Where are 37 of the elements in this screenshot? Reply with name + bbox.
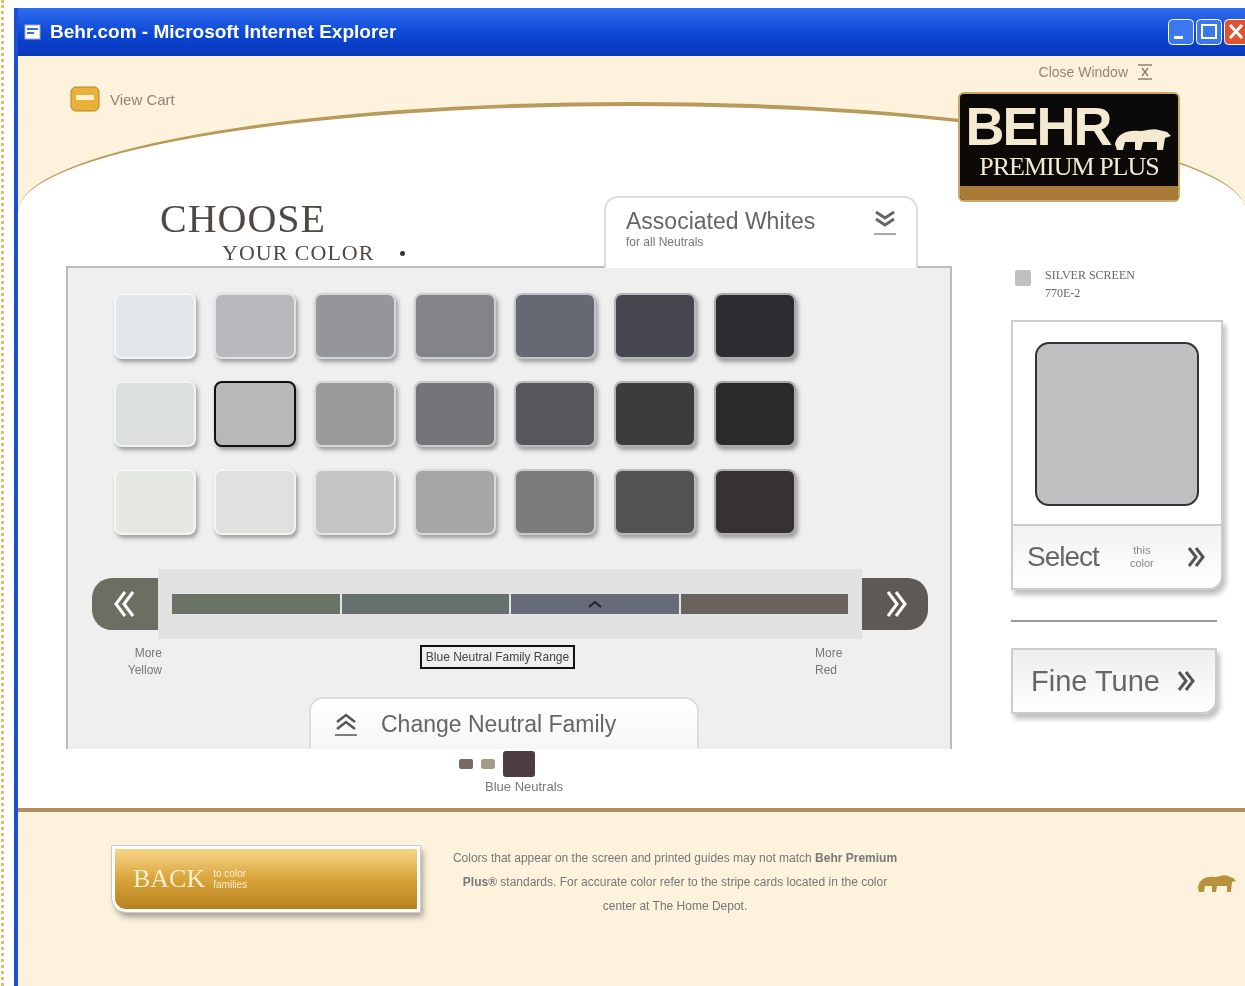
tab-subtitle: for all Neutrals: [626, 235, 705, 249]
family-swatch[interactable]: [503, 751, 535, 777]
page-heading: CHOOSE: [160, 198, 328, 240]
associated-whites-tab[interactable]: Associated Whites for all Neutrals: [604, 196, 918, 268]
previous-button[interactable]: [92, 578, 158, 630]
browser-icon: [24, 23, 42, 41]
tab-title: Change Neutral Family: [381, 710, 617, 738]
family-name: Blue Neutrals: [485, 779, 565, 794]
change-family-tab[interactable]: Change Neutral Family: [309, 697, 699, 749]
close-icon: [1136, 64, 1154, 80]
select-color-button[interactable]: Select this color: [1013, 524, 1221, 588]
color-name: SILVER SCREEN: [1045, 267, 1135, 284]
caret-up-icon: [587, 600, 602, 608]
logo-wordmark: BEHR: [965, 100, 1111, 152]
maximize-button[interactable]: [1196, 19, 1222, 45]
double-chevron-down-icon: [872, 208, 898, 236]
color-swatch[interactable]: [214, 381, 296, 447]
color-code: 770E-2: [1045, 285, 1082, 302]
close-window-link[interactable]: Close Window: [1038, 64, 1154, 80]
family-swatch[interactable]: [459, 759, 473, 769]
cart-icon: [70, 86, 100, 112]
next-button[interactable]: [862, 578, 928, 630]
range-caption: Blue Neutral Family Range: [419, 645, 576, 669]
tab-title: Associated Whites: [626, 208, 816, 235]
disclaimer-text: Colors that appear on the screen and printed guides may not match Behr Premium Plus® standards. For accurate color refer to the stripe cards located in the color center at The Home Depot.: [451, 850, 899, 915]
range-end-label: More Yellow: [126, 645, 162, 679]
logo-tagline: PREMIUM PLUS: [979, 152, 1159, 182]
minimize-button[interactable]: [1168, 19, 1194, 45]
fine-tune-button[interactable]: Fine Tune: [1011, 648, 1217, 714]
family-swatch[interactable]: [481, 759, 495, 769]
page-subheading: YOUR COLOR: [222, 240, 375, 266]
close-button[interactable]: [1224, 19, 1245, 45]
window-title: Behr.com - Microsoft Internet Explorer: [50, 21, 397, 43]
range-end-label: More Red: [815, 645, 844, 679]
double-chevron-up-icon: [333, 711, 359, 737]
bullet-dot: [400, 250, 406, 256]
view-cart-link[interactable]: View Cart: [70, 86, 175, 112]
